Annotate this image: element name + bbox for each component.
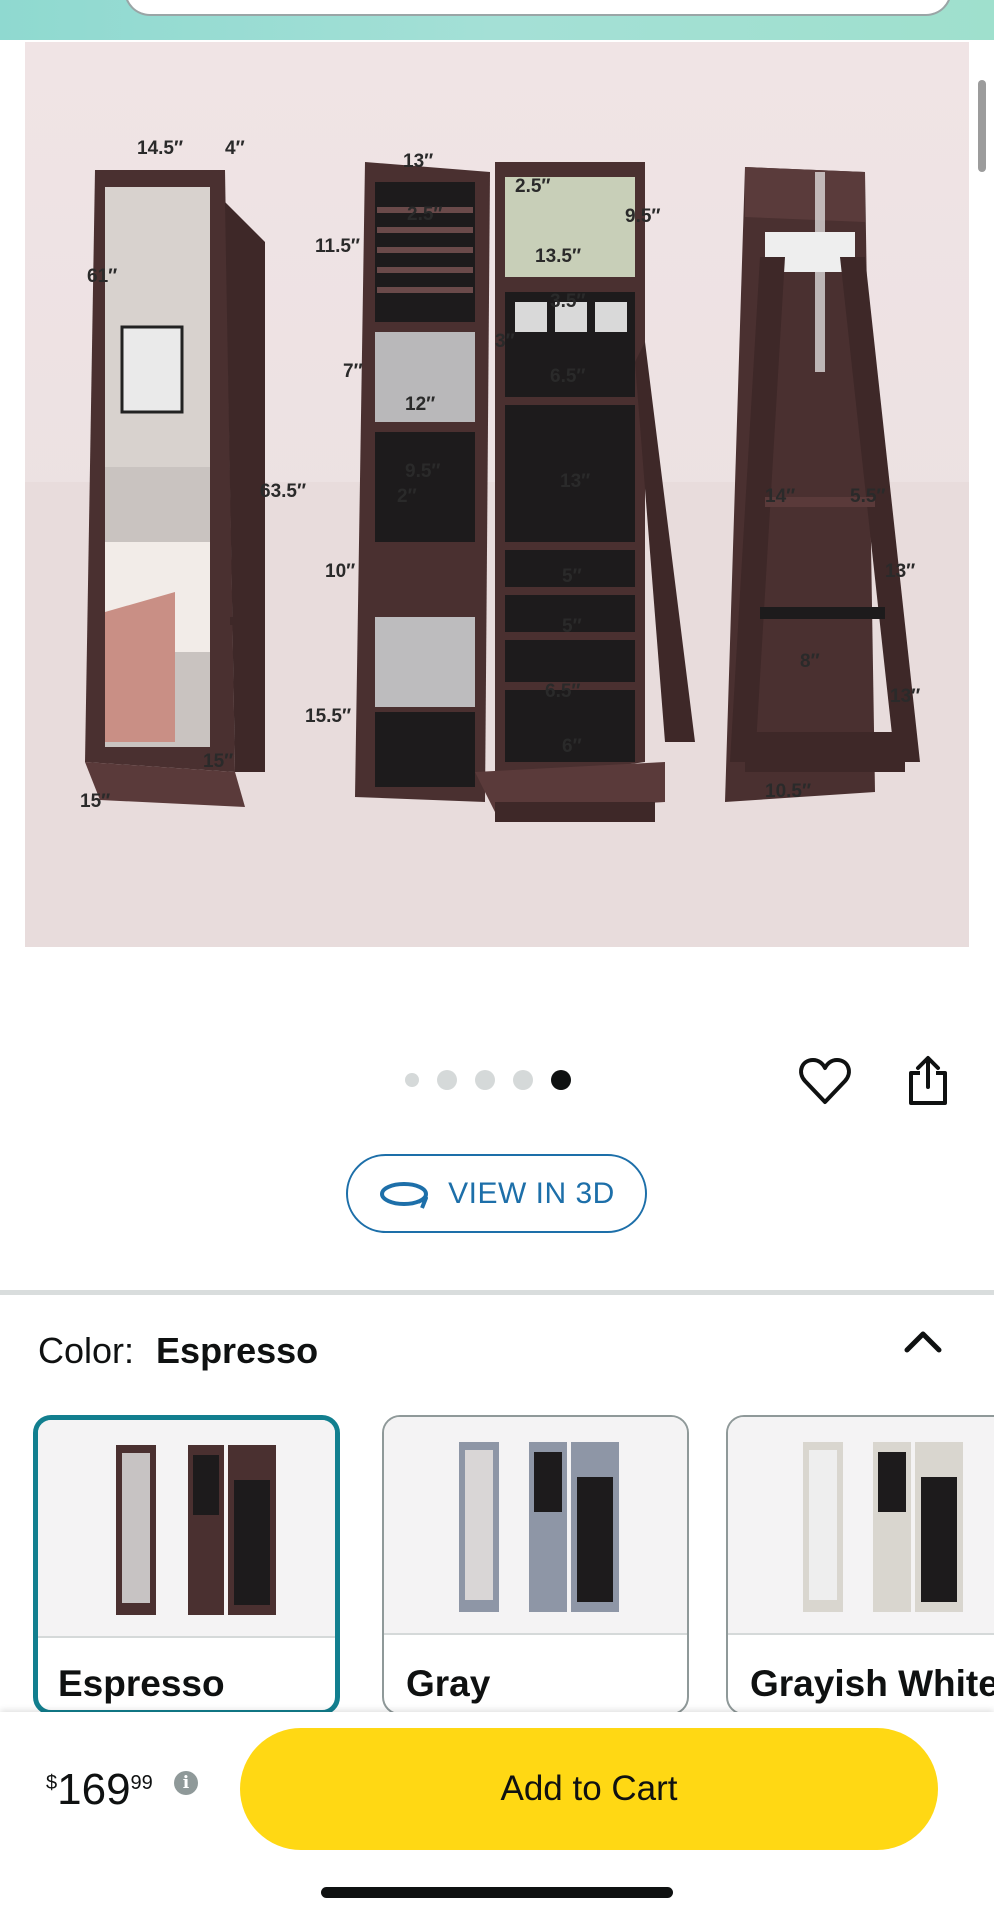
favorite-button[interactable]: [797, 1053, 853, 1109]
dimension-label: 2.5″: [515, 176, 551, 197]
dimension-label: 6″: [562, 736, 582, 757]
add-to-cart-button[interactable]: Add to Cart: [240, 1728, 938, 1850]
swatch-thumbnail: [38, 1420, 335, 1638]
page-scrollbar[interactable]: [978, 80, 986, 172]
home-indicator: [321, 1887, 673, 1898]
dimension-label: 6.5″: [550, 366, 586, 387]
price-fraction: 99: [130, 1772, 153, 1794]
swatch-thumbnail: [728, 1417, 994, 1635]
dimension-label: 4″: [225, 138, 245, 159]
view-in-3d-label: VIEW IN 3D: [448, 1176, 615, 1210]
carousel-dot[interactable]: [405, 1073, 419, 1087]
rotate-3d-icon: [380, 1181, 429, 1209]
dimension-label: 12″: [405, 394, 435, 415]
dimension-label: 5″: [562, 566, 582, 587]
dimension-label: 5.5″: [850, 486, 886, 507]
dimension-label: 63.5″: [260, 481, 306, 502]
dimension-label: 2.5″: [407, 204, 443, 225]
selected-color-value: Espresso: [156, 1330, 319, 1371]
info-icon[interactable]: i: [174, 1771, 198, 1795]
dimension-label: 13″: [403, 151, 433, 172]
dimension-label: 14.5″: [137, 138, 183, 159]
color-swatch-espresso[interactable]: Espresso: [33, 1415, 340, 1715]
carousel-dot[interactable]: [437, 1070, 457, 1090]
carousel-dot-active[interactable]: [551, 1070, 571, 1090]
dimension-label: 8″: [800, 651, 820, 672]
swatch-label: Grayish White: [750, 1663, 994, 1704]
dimension-label: 13″: [560, 471, 590, 492]
product-image-illustration: 14.5″ 4″ 61″ 63.5″ 15″ 15″ 13″ 2.5″ 2.5″…: [25, 138, 969, 947]
dimension-label: 5″: [562, 616, 582, 637]
dimension-label: 9.5″: [625, 206, 661, 227]
heart-icon: [799, 1058, 851, 1104]
price: $ 169 99: [46, 1764, 153, 1814]
color-swatch-grayish-white[interactable]: Grayish White: [726, 1415, 994, 1715]
section-divider: [0, 1290, 994, 1295]
dimension-label: 14″: [765, 486, 795, 507]
dimension-label: 11.5″: [315, 236, 360, 257]
dimension-label: 6.5″: [545, 681, 581, 702]
dimension-label: 61″: [87, 266, 117, 287]
price-currency: $: [46, 1772, 58, 1794]
dimension-label: 7″: [343, 361, 363, 382]
dimension-label: 9.5″: [405, 461, 441, 482]
dimension-label: 2″: [397, 486, 417, 507]
swatch-label: Gray: [406, 1663, 491, 1704]
share-button[interactable]: [900, 1053, 956, 1109]
chevron-up-icon: [904, 1331, 942, 1353]
dimension-label: 3.5″: [550, 291, 586, 312]
dimension-label: 10.5″: [765, 781, 811, 802]
product-image[interactable]: 14.5″ 4″ 61″ 63.5″ 15″ 15″ 13″ 2.5″ 2.5″…: [25, 42, 969, 947]
dimension-label: 15″: [80, 791, 110, 812]
color-selector-header: Color: Espresso: [38, 1330, 318, 1372]
dimension-label: 15.5″: [305, 706, 351, 727]
dimension-label: 13″: [885, 561, 915, 582]
search-bar[interactable]: [124, 0, 952, 16]
view-in-3d-button[interactable]: VIEW IN 3D: [346, 1154, 647, 1233]
share-icon: [909, 1056, 947, 1105]
dimension-label: 10″: [325, 561, 355, 582]
dimension-label: 3″: [495, 331, 515, 352]
collapse-color-button[interactable]: [895, 1322, 951, 1362]
swatch-thumbnail: [384, 1417, 687, 1635]
dimension-label: 13.5″: [535, 246, 581, 267]
dimension-label: 15″: [203, 751, 233, 772]
swatch-label: Espresso: [58, 1663, 225, 1704]
color-label: Color:: [38, 1330, 135, 1371]
carousel-dot[interactable]: [475, 1070, 495, 1090]
color-swatch-gray[interactable]: Gray: [382, 1415, 689, 1715]
carousel-dot[interactable]: [513, 1070, 533, 1090]
carousel-indicator[interactable]: [405, 1070, 571, 1090]
dimension-label: 13″: [890, 686, 920, 707]
add-to-cart-label: Add to Cart: [500, 1769, 678, 1808]
price-whole: 169: [57, 1765, 131, 1814]
